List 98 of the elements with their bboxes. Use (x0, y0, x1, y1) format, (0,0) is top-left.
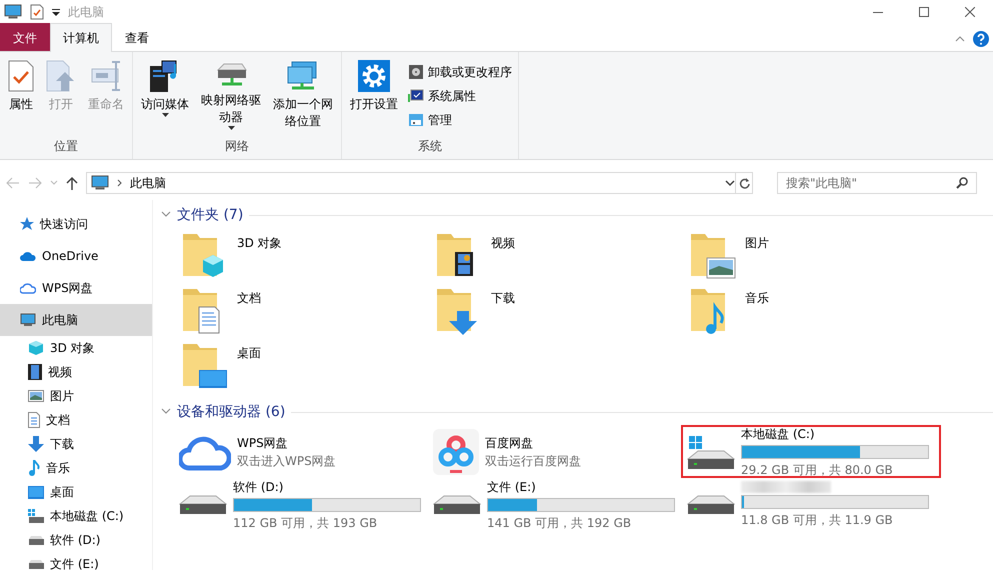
drive-item[interactable]: 文件 (E:) 141 GB 可用，共 192 GB (427, 478, 681, 531)
collapse-chevron-icon[interactable] (161, 408, 171, 416)
up-arrow-icon[interactable] (66, 176, 78, 190)
document-arrow-icon (46, 60, 76, 92)
app-item[interactable]: 百度网盘 双击运行百度网盘 (427, 425, 681, 478)
section-title[interactable]: 设备和驱动器 (6) (177, 402, 286, 422)
drive-space: 141 GB 可用，共 192 GB (487, 514, 632, 532)
ribbon-button[interactable]: 管理 (406, 108, 514, 132)
app-description: 双击运行百度网盘 (485, 452, 581, 470)
cloud-icon (20, 282, 36, 294)
folder-item[interactable]: 音乐 (689, 285, 943, 340)
document-icon (28, 412, 40, 428)
folder-item[interactable]: 文档 (181, 285, 435, 340)
drive-item[interactable]: 本地磁盘 (C:) 29.2 GB 可用，共 80.0 GB (681, 425, 941, 478)
app-item[interactable]: WPS网盘 双击进入WPS网盘 (173, 425, 427, 478)
drive-item[interactable]: 软件 (D:) 112 GB 可用，共 193 GB (173, 478, 427, 531)
ribbon-button[interactable]: 访问媒体 (137, 56, 193, 137)
address-path: 此电脑 (130, 175, 167, 192)
sidebar-item[interactable]: 3D 对象 (0, 336, 152, 360)
drive-name: 软件 (D:) (233, 478, 284, 496)
film-icon (28, 364, 42, 380)
sidebar-item[interactable]: 图片 (0, 384, 152, 408)
sidebar-item[interactable]: 视频 (0, 360, 152, 384)
management-icon (408, 112, 424, 128)
ribbon-button[interactable]: 卸载或更改程序 (406, 60, 514, 84)
drive-space: 112 GB 可用，共 193 GB (233, 514, 378, 532)
ribbon-tab[interactable]: 计算机 (50, 23, 112, 52)
sidebar-item[interactable]: WPS网盘 (0, 272, 152, 304)
refresh-icon (738, 178, 750, 188)
star-icon (20, 217, 34, 231)
disc-box-icon (408, 64, 424, 80)
ribbon-tab[interactable]: 查看 (112, 23, 162, 51)
app-description: 双击进入WPS网盘 (237, 452, 336, 470)
ribbon-button[interactable]: 添加一个网络位置 (269, 56, 337, 137)
sidebar-item[interactable]: 快速访问 (0, 208, 152, 240)
folder-item[interactable]: 桌面 (181, 340, 435, 395)
sidebar-item[interactable]: 此电脑 (0, 304, 152, 336)
sidebar-item[interactable]: 音乐 (0, 456, 152, 480)
caret-icon (162, 113, 168, 117)
address-bar[interactable]: 此电脑 (86, 172, 736, 194)
computer-icon (20, 312, 36, 328)
folder-item[interactable]: 视频 (435, 230, 689, 285)
ribbon-tab[interactable]: 文件 (0, 23, 50, 51)
document-check-icon (8, 60, 34, 92)
chevron-icon (117, 179, 122, 187)
sidebar-item[interactable]: 桌面 (0, 480, 152, 504)
drive-item[interactable]: 11.8 GB 可用，共 11.9 GB (681, 478, 941, 531)
music-note-icon (28, 460, 40, 476)
section-title[interactable]: 文件夹 (7) (177, 204, 244, 226)
collapse-chevron-icon[interactable] (161, 211, 171, 219)
ribbon-button[interactable]: 映射网络驱动器 (197, 56, 265, 137)
search-icon (956, 177, 968, 189)
down-arrow-icon (28, 436, 44, 452)
ribbon-button[interactable]: 系统属性 (406, 84, 514, 108)
desktop-icon (28, 486, 44, 498)
dropdown-icon[interactable] (725, 180, 735, 186)
drive-name: 本地磁盘 (C:) (741, 426, 816, 442)
sidebar-item[interactable]: 下载 (0, 432, 152, 456)
computer-icon (4, 3, 22, 21)
drive-name: 文件 (E:) (487, 478, 537, 496)
group-label: 位置 (53, 138, 79, 155)
drive-space: 11.8 GB 可用，共 11.9 GB (741, 512, 894, 528)
document-check-icon (30, 4, 44, 20)
monitor-check-icon (408, 88, 424, 104)
drive-icon (28, 535, 44, 545)
computer-icon (91, 174, 109, 192)
drive-icon (28, 559, 44, 569)
app-name: 百度网盘 (485, 434, 534, 452)
image-icon (28, 390, 44, 402)
settings-icon (358, 60, 390, 92)
refresh-button[interactable] (735, 172, 753, 194)
app-logo-icon (433, 428, 479, 474)
sidebar-item[interactable]: 本地磁盘 (C:) (0, 504, 152, 528)
group-label: 系统 (417, 138, 443, 155)
ribbon-button[interactable]: 属性 (4, 56, 38, 137)
window-title: 此电脑 (68, 4, 104, 21)
ribbon-button[interactable]: 打开设置 (346, 56, 402, 137)
folder-item[interactable]: 下载 (435, 285, 689, 340)
folder-item[interactable]: 图片 (689, 230, 943, 285)
app-name: WPS网盘 (237, 434, 289, 452)
maximize-icon[interactable] (919, 7, 929, 17)
sidebar-item[interactable]: 文档 (0, 408, 152, 432)
folder-item[interactable]: 3D 对象 (181, 230, 435, 285)
help-icon[interactable] (973, 31, 989, 47)
cloud-icon (20, 250, 36, 262)
search-field[interactable]: 搜索"此电脑" (777, 172, 977, 194)
group-label: 网络 (224, 138, 250, 155)
close-icon[interactable] (965, 7, 975, 17)
cube-icon (28, 340, 44, 356)
sidebar-item[interactable]: 软件 (D:) (0, 528, 152, 552)
sidebar-item[interactable]: OneDrive (0, 240, 152, 272)
caret-icon (228, 126, 234, 130)
dropdown-icon[interactable] (52, 8, 60, 16)
sidebar-item[interactable]: 文件 (E:) (0, 552, 152, 573)
rename-icon (90, 60, 122, 92)
drive-space: 29.2 GB 可用，共 80.0 GB (741, 462, 894, 478)
collapse-ribbon-icon[interactable] (955, 36, 965, 42)
drive-icon (28, 509, 44, 523)
